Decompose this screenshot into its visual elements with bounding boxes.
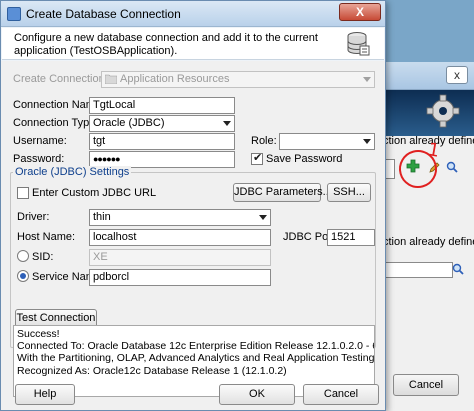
custom-jdbc-label: Enter Custom JDBC URL <box>32 187 157 199</box>
app-icon <box>7 7 21 21</box>
chevron-down-icon <box>223 121 231 126</box>
header-panel: Configure a new database connection and … <box>2 28 384 60</box>
sid-radio[interactable] <box>17 250 29 262</box>
status-line: Recognized As: Oracle12c Database Releas… <box>17 364 287 377</box>
background-titlebar: x <box>373 62 474 90</box>
close-button[interactable]: X <box>339 3 381 21</box>
role-select[interactable] <box>279 133 375 150</box>
background-dialog: x ction already defined ction already de… <box>372 62 474 411</box>
role-label: Role: <box>251 135 277 147</box>
driver-value: thin <box>93 211 111 223</box>
save-password-label: Save Password <box>266 153 343 165</box>
folder-icon <box>105 74 117 84</box>
help-button[interactable]: Help <box>15 384 75 405</box>
search-icon[interactable] <box>446 161 458 173</box>
radio-selected-dot <box>20 273 26 279</box>
connection-type-select[interactable]: Oracle (JDBC) <box>89 115 235 132</box>
chevron-down-icon <box>363 77 371 82</box>
status-line: Success! <box>17 328 60 340</box>
checkmark-icon: ✔ <box>253 152 263 164</box>
host-label: Host Name: <box>17 231 76 243</box>
create-in-select[interactable]: Application Resources <box>101 71 375 88</box>
database-icon <box>347 32 370 56</box>
username-input[interactable]: tgt <box>89 133 235 150</box>
connection-type-label: Connection Type: <box>13 117 99 129</box>
host-input[interactable]: localhost <box>89 229 271 246</box>
custom-jdbc-checkbox[interactable] <box>17 187 29 199</box>
background-cancel-button[interactable]: Cancel <box>393 374 459 396</box>
chevron-down-icon <box>363 139 371 144</box>
cancel-button[interactable]: Cancel <box>303 384 379 405</box>
jdbc-parameters-button[interactable]: JDBC Parameters... <box>233 183 332 202</box>
ssh-button[interactable]: SSH... <box>327 183 371 202</box>
sid-input[interactable]: XE <box>89 249 271 266</box>
background-close-button[interactable]: x <box>446 66 468 84</box>
status-line: With the Partitioning, OLAP, Advanced An… <box>17 352 375 365</box>
sid-label: SID: <box>32 251 54 263</box>
gear-icon <box>426 94 460 128</box>
create-database-connection-dialog: Create Database Connection X Configure a… <box>0 0 386 411</box>
save-password-checkbox[interactable]: ✔ <box>251 152 263 165</box>
create-in-value: Application Resources <box>120 73 230 85</box>
background-field[interactable] <box>383 262 453 278</box>
service-name-radio[interactable] <box>17 270 29 282</box>
dialog-content: Create Connection In: Application Resour… <box>1 61 385 410</box>
background-connection-defined-text-2: ction already defined <box>383 236 474 248</box>
search-icon[interactable] <box>452 263 464 275</box>
driver-select[interactable]: thin <box>89 209 271 226</box>
ok-button[interactable]: OK <box>219 384 295 405</box>
dialog-description: Configure a new database connection and … <box>14 32 318 57</box>
oracle-settings-title: Oracle (JDBC) Settings <box>13 166 132 178</box>
dialog-titlebar: Create Database Connection X <box>1 1 385 27</box>
dialog-title: Create Database Connection <box>26 7 181 21</box>
driver-label: Driver: <box>17 211 50 223</box>
password-label: Password: <box>13 153 65 165</box>
connection-type-value: Oracle (JDBC) <box>93 117 165 129</box>
service-name-input[interactable]: pdborcl <box>89 269 271 286</box>
username-label: Username: <box>13 135 67 147</box>
connection-name-input[interactable]: TgtLocal <box>89 97 235 114</box>
chevron-down-icon <box>259 215 267 220</box>
port-input[interactable]: 1521 <box>327 229 375 246</box>
status-line: Connected To: Oracle Database 12c Enterp… <box>17 340 374 353</box>
background-banner <box>373 90 474 136</box>
